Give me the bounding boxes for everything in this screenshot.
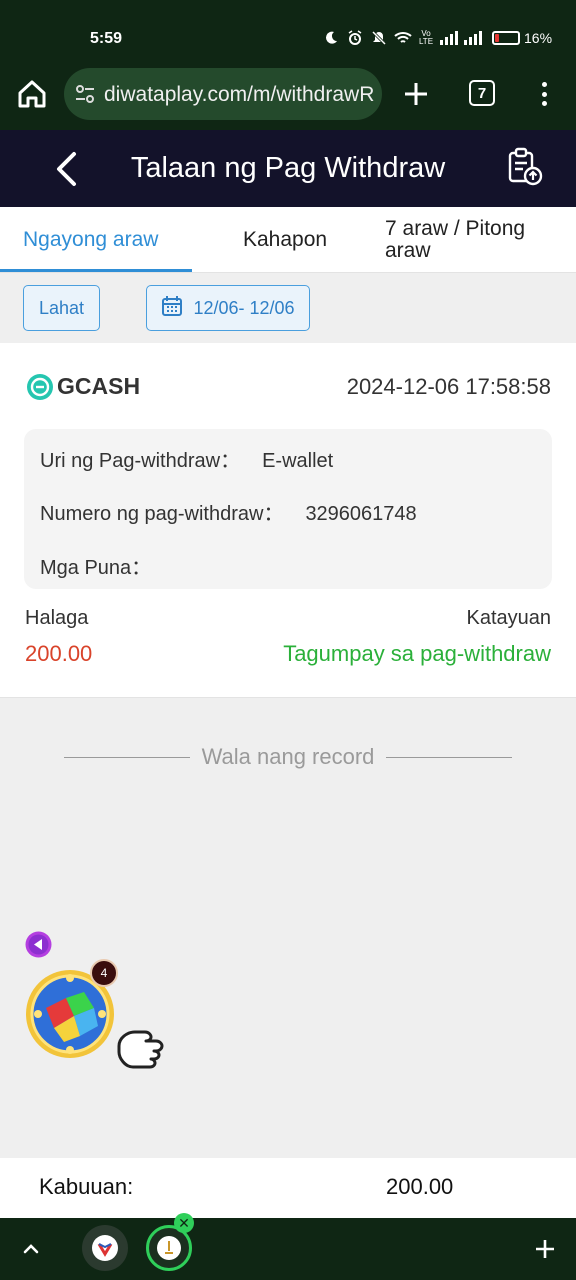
mute-icon xyxy=(370,30,388,46)
amount-value: 200.00 xyxy=(25,641,93,666)
site-favicon-icon xyxy=(157,1236,181,1260)
tab-switcher-icon[interactable]: 7 xyxy=(469,80,495,106)
withdraw-type-label: Uri ng Pag-withdraw： xyxy=(40,450,241,472)
tab-7-days-label-line1: 7 araw / Pitong xyxy=(385,217,526,240)
tab-7-days-label-line2: araw xyxy=(385,239,431,262)
tab-yesterday-label: Kahapon xyxy=(243,228,328,251)
browser-toolbar: diwataplay.com/m/withdrawR 7 xyxy=(0,64,576,130)
home-icon[interactable] xyxy=(14,76,50,112)
withdraw-number-label: Numero ng pag-withdraw： xyxy=(40,503,284,525)
tab-count: 7 xyxy=(477,84,487,102)
more-vert-icon[interactable] xyxy=(532,80,556,108)
no-more-records-text: Wala nang record xyxy=(201,744,375,769)
battery-fill xyxy=(495,34,499,42)
status-bar: 5:59 Vo LTE 16% xyxy=(0,0,576,64)
clipboard-export-icon[interactable] xyxy=(505,146,545,188)
notification-badge: 4 xyxy=(90,959,118,987)
total-bar: Kabuuan: 200.00 xyxy=(0,1158,576,1218)
withdraw-number-row: Numero ng pag-withdraw： 3296061748 xyxy=(40,497,417,526)
divider-line-right xyxy=(386,756,512,758)
pointing-hand-icon xyxy=(113,1022,167,1070)
tab-today-label: Ngayong araw xyxy=(23,228,159,251)
active-tab-indicator xyxy=(0,269,192,272)
payment-method-name: GCASH xyxy=(57,373,141,399)
date-range-label: 12/06- 12/06 xyxy=(193,297,295,318)
add-tab-plus-icon[interactable] xyxy=(532,1236,558,1262)
remarks-row: Mga Puna： xyxy=(40,551,173,580)
status-value: Tagumpay sa pag-withdraw xyxy=(283,641,551,666)
status-icons: Vo LTE 16% xyxy=(322,30,552,46)
withdraw-type-value: E-wallet xyxy=(262,450,334,472)
chevron-up-icon[interactable] xyxy=(18,1236,44,1262)
badge-count: 4 xyxy=(100,966,108,980)
address-bar[interactable]: diwataplay.com/m/withdrawR xyxy=(64,68,382,120)
tab-7-days[interactable]: 7 araw / Pitong araw xyxy=(385,207,525,273)
withdraw-type-row: Uri ng Pag-withdraw： E-wallet xyxy=(40,444,333,473)
total-value: 200.00 xyxy=(386,1174,454,1199)
url-text[interactable]: diwataplay.com/m/withdrawR xyxy=(104,83,374,107)
gcash-logo-icon xyxy=(27,373,53,400)
tab-today[interactable]: Ngayong araw xyxy=(23,207,158,273)
bottom-tab-bar: ✕ xyxy=(0,1213,576,1280)
withdraw-number-value: 3296061748 xyxy=(305,503,417,525)
page-title: Talaan ng Pag Withdraw xyxy=(130,152,446,184)
date-tabs: Ngayong araw Kahapon 7 araw / Pitong ara… xyxy=(0,207,576,273)
filter-all-label: Lahat xyxy=(38,297,85,318)
signal-2-icon xyxy=(464,31,482,45)
battery-icon xyxy=(492,31,520,45)
no-more-records: Wala nang record xyxy=(64,742,512,772)
battery-percent: 16% xyxy=(524,30,553,46)
withdraw-record-card[interactable]: GCASH 2024-12-06 17:58:58 Uri ng Pag-wit… xyxy=(0,343,576,698)
divider-line-left xyxy=(64,756,190,758)
app-header: Talaan ng Pag Withdraw xyxy=(0,130,576,207)
status-time: 5:59 xyxy=(90,30,123,47)
remarks-label: Mga Puna： xyxy=(40,557,152,579)
tab-thumbnail-1[interactable] xyxy=(82,1225,128,1271)
moon-icon xyxy=(322,30,340,46)
record-details: Uri ng Pag-withdraw： E-wallet Numero ng p… xyxy=(24,429,552,589)
battery-indicator: 16% xyxy=(492,30,552,46)
new-tab-plus-icon[interactable] xyxy=(400,78,432,110)
total-label: Kabuuan: xyxy=(39,1174,134,1199)
amount-label: Halaga xyxy=(25,607,89,629)
volte-label: Vo LTE xyxy=(418,29,434,46)
close-tab-icon[interactable]: ✕ xyxy=(174,1213,194,1233)
status-label: Katayuan xyxy=(466,607,551,629)
tab-yesterday[interactable]: Kahapon xyxy=(243,207,327,273)
filter-bar: Lahat 12/06- 12/06 xyxy=(0,273,576,343)
record-datetime: 2024-12-06 17:58:58 xyxy=(346,374,551,399)
site-favicon-icon xyxy=(92,1235,118,1261)
date-range-button[interactable]: 12/06- 12/06 xyxy=(146,285,310,331)
wifi-icon xyxy=(394,30,412,46)
site-settings-icon[interactable] xyxy=(74,83,96,105)
alarm-icon xyxy=(346,30,364,46)
calendar-icon xyxy=(161,295,183,322)
collapse-widget-icon[interactable] xyxy=(25,931,52,958)
payment-method: GCASH xyxy=(27,373,140,400)
signal-1-icon xyxy=(440,31,458,45)
filter-all-button[interactable]: Lahat xyxy=(23,285,100,331)
